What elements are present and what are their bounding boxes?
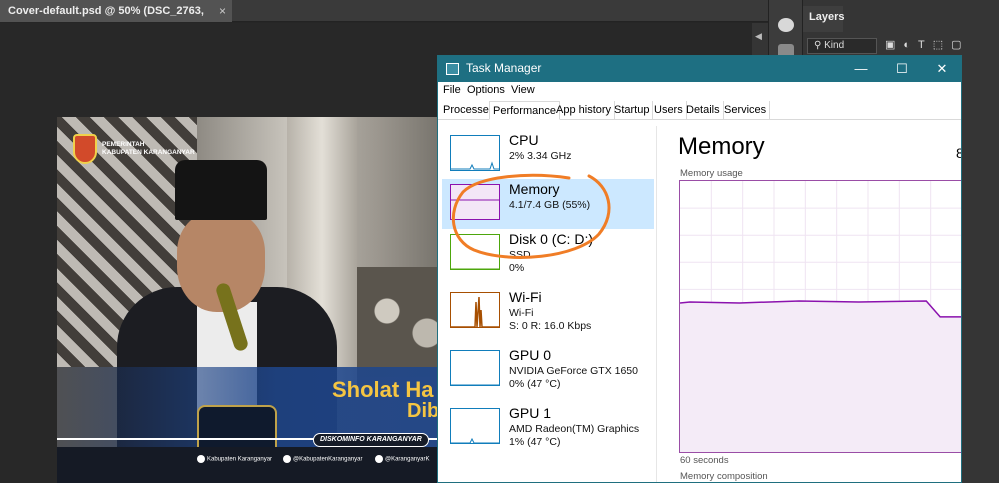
twitter-icon — [375, 455, 383, 463]
resource-usage: 0% — [509, 262, 525, 274]
resource-usage: S: 0 R: 16.0 Kbps — [509, 320, 592, 332]
annotation-circle — [451, 173, 611, 259]
cpu-thumbnail — [450, 135, 500, 171]
document-artwork: PEMERINTAH KABUPATEN KARANGANYAR Sholat … — [57, 117, 457, 483]
resource-detail: NVIDIA GeForce GTX 1650 — [509, 365, 638, 377]
resource-name: GPU 0 — [509, 347, 552, 363]
social-facebook-text: Kabupaten Karanganyar — [207, 456, 273, 463]
tab-services[interactable]: Services — [721, 101, 771, 120]
pane-divider[interactable] — [656, 126, 657, 482]
maximize-button[interactable]: ☐ — [887, 59, 917, 79]
gpu1-thumbnail — [450, 408, 500, 444]
speaker-hat — [175, 160, 267, 220]
layer-filter-icons[interactable]: ▣◐T⬚▢ — [885, 38, 970, 51]
time-range-label: 60 seconds — [680, 455, 729, 466]
social-instagram-text: @KabupatenKaranganyar — [293, 456, 363, 463]
resource-name: CPU — [509, 132, 539, 148]
detail-pane: Memory 8 Memory usage 60 seconds Memory … — [678, 121, 961, 482]
task-manager-icon — [446, 63, 459, 75]
thumbnail-frame — [450, 350, 500, 386]
resource-wifi[interactable]: Wi-Fi Wi-Fi S: 0 R: 16.0 Kbps — [442, 287, 654, 337]
close-button[interactable]: ✕ — [927, 59, 957, 79]
resource-gpu0[interactable]: GPU 0 NVIDIA GeForce GTX 1650 0% (47 °C) — [442, 345, 654, 395]
memory-usage-area — [680, 300, 961, 452]
social-instagram: @KabupatenKaranganyar — [283, 455, 362, 463]
window-title: Task Manager — [466, 61, 542, 75]
color-palette-icon[interactable] — [778, 18, 794, 32]
org-name-line1: PEMERINTAH — [102, 141, 145, 148]
tab-details[interactable]: Details — [683, 101, 724, 120]
resource-usage: 0% (47 °C) — [509, 378, 561, 390]
social-twitter: @KaranganyarK — [375, 455, 429, 463]
menu-view[interactable]: View — [511, 84, 535, 96]
kind-filter-label: Kind — [824, 40, 845, 51]
annotation-stroke — [451, 173, 611, 259]
tab-startup[interactable]: Startup — [611, 101, 654, 120]
menu-file[interactable]: File — [443, 84, 461, 96]
screen: Cover-default.psd @ 50% (DSC_2763, RGB/8… — [0, 0, 999, 483]
thumbnail-frame — [450, 408, 500, 444]
resource-gpu1[interactable]: GPU 1 AMD Radeon(TM) Graphics 1% (47 °C) — [442, 403, 654, 453]
detail-heading: Memory — [678, 133, 765, 160]
memory-composition-label: Memory composition — [680, 471, 768, 482]
search-icon: ⚲ — [814, 40, 825, 51]
facebook-icon — [197, 455, 205, 463]
resource-detail: Wi-Fi — [509, 307, 534, 319]
close-icon[interactable]: × — [219, 0, 226, 22]
social-facebook: Kabupaten Karanganyar — [197, 455, 272, 463]
resource-name: Wi-Fi — [509, 289, 542, 305]
resource-detail: 2% 3.34 GHz — [509, 150, 572, 162]
tab-users[interactable]: Users — [651, 101, 687, 120]
credit-pill: DISKOMINFO KARANGANYAR — [313, 433, 429, 447]
headline-line2: Dib — [407, 400, 440, 422]
tab-app-history[interactable]: App history — [553, 101, 616, 120]
wifi-thumbnail — [450, 292, 500, 328]
kind-filter-select[interactable]: ⚲ Kind — [807, 38, 877, 54]
gpu0-thumbnail — [450, 350, 500, 386]
detail-total: 8 — [956, 145, 961, 161]
menu-options[interactable]: Options — [467, 84, 505, 96]
menu-bar: File Options View — [438, 82, 961, 101]
title-bar[interactable]: Task Manager — ☐ ✕ — [438, 56, 961, 82]
social-twitter-text: @KaranganyarK — [385, 456, 430, 463]
tab-performance[interactable]: Performance — [489, 101, 560, 120]
regency-logo-icon — [73, 134, 97, 164]
resource-name: GPU 1 — [509, 405, 552, 421]
tab-layers[interactable]: Layers — [803, 6, 844, 32]
org-name: PEMERINTAH KABUPATEN KARANGANYAR — [102, 141, 195, 157]
collapse-arrow-icon[interactable]: ◀ — [755, 31, 762, 42]
document-tab[interactable]: Cover-default.psd @ 50% (DSC_2763, RGB/8… — [0, 0, 232, 39]
resource-usage: 1% (47 °C) — [509, 436, 561, 448]
memory-usage-graph — [679, 180, 961, 453]
minimize-button[interactable]: — — [846, 59, 876, 79]
task-manager-window: Task Manager — ☐ ✕ File Options View Pro… — [437, 55, 962, 483]
memory-usage-label: Memory usage — [680, 168, 743, 179]
resource-detail: AMD Radeon(TM) Graphics — [509, 423, 640, 435]
instagram-icon — [283, 455, 291, 463]
thumbnail-frame — [450, 135, 500, 171]
document-tab-bar: Cover-default.psd @ 50% (DSC_2763, RGB/8… — [0, 0, 768, 39]
tab-strip: Processes Performance App history Startu… — [438, 101, 961, 120]
org-name-line2: KABUPATEN KARANGANYAR — [102, 149, 195, 156]
artwork-footer — [57, 447, 457, 483]
